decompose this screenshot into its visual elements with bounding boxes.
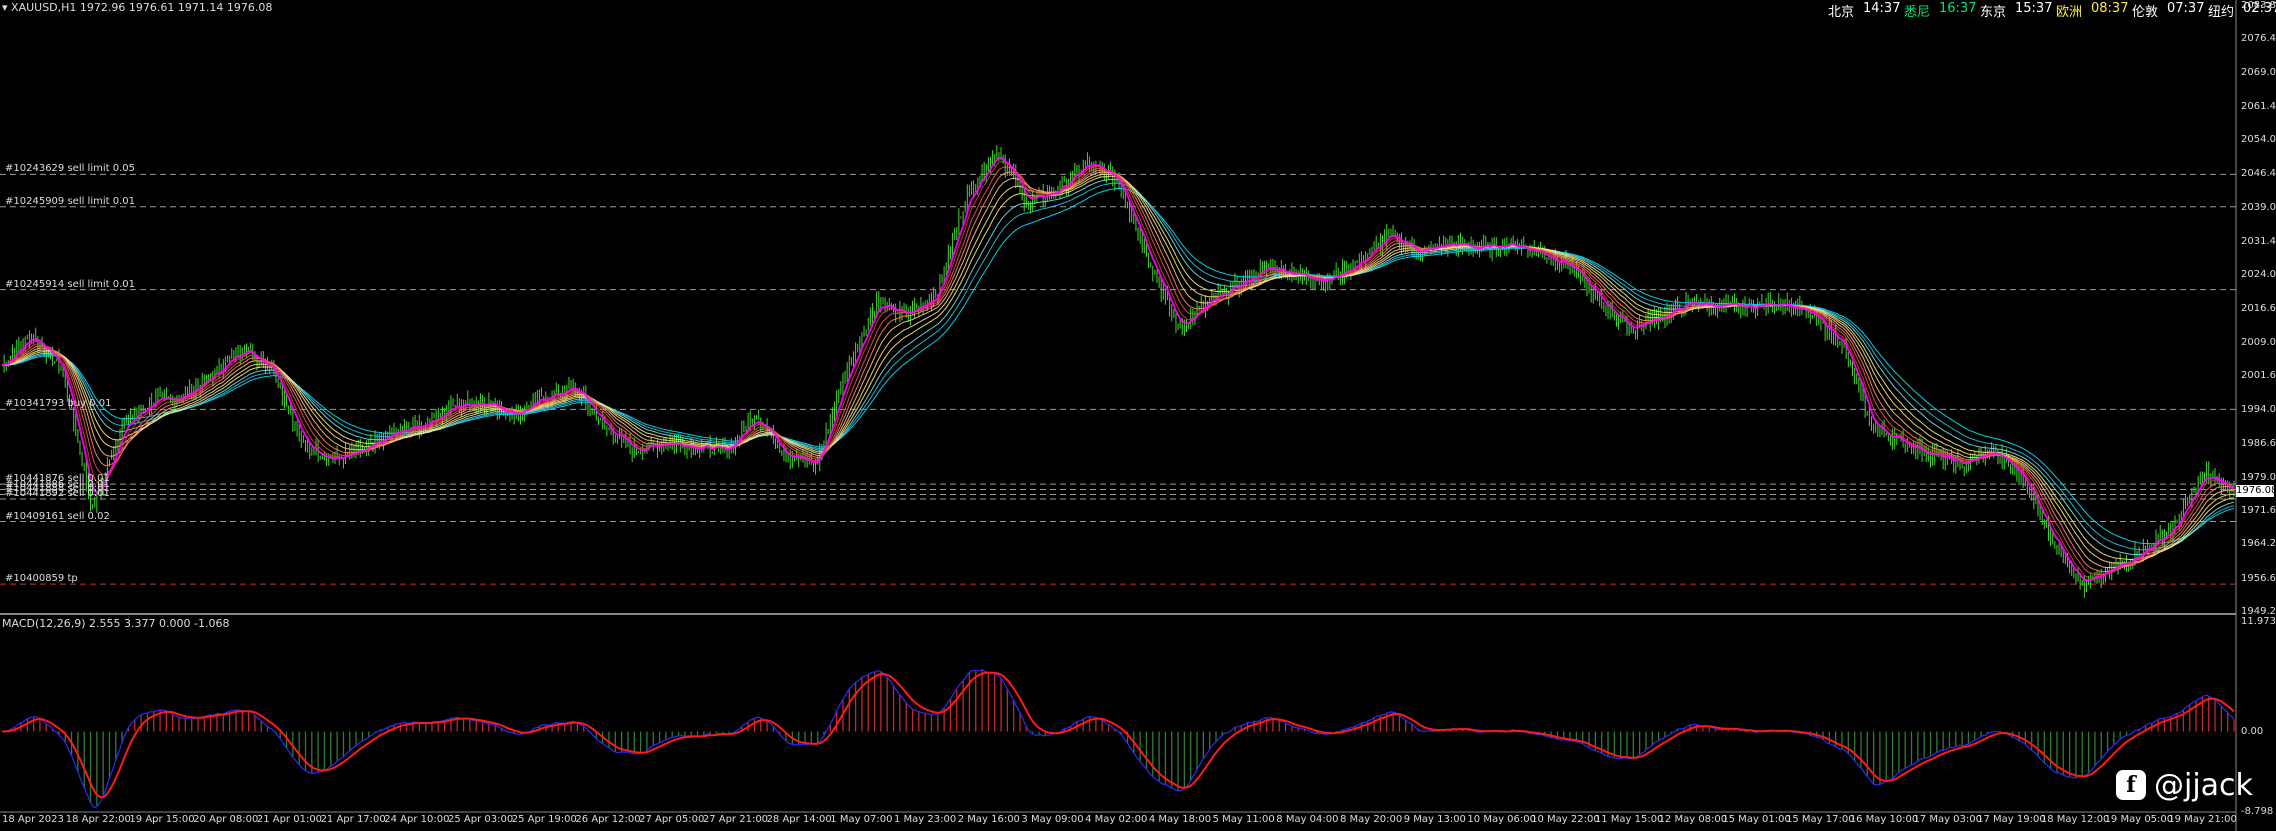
price-tick-label: 2076.40 bbox=[2241, 33, 2276, 45]
time-tick-label: 15 May 01:00 bbox=[1722, 814, 1791, 825]
tiktok-logo-icon: f bbox=[2116, 770, 2146, 800]
time-tick-label: 27 Apr 05:00 bbox=[639, 814, 705, 825]
ma-line bbox=[1, 169, 2235, 573]
macd-tick-label: -8.798 bbox=[2241, 806, 2274, 817]
clock-city: 纽约 bbox=[2208, 5, 2235, 20]
time-tick-label: 10 May 22:00 bbox=[1531, 814, 1600, 825]
order-lines bbox=[0, 173, 2236, 585]
order-label[interactable]: #10245909 sell limit 0.01 bbox=[5, 196, 135, 207]
time-tick-label: 10 May 06:00 bbox=[1467, 814, 1536, 825]
time-tick-label: 17 May 03:00 bbox=[1913, 814, 1982, 825]
ma-ribbon bbox=[1, 156, 2235, 582]
price-tick-label: 2061.40 bbox=[2241, 100, 2276, 112]
time-tick-label: 18 Apr 2023 bbox=[2, 814, 64, 825]
order-label[interactable]: #10245914 sell limit 0.01 bbox=[5, 279, 135, 290]
time-tick-label: 21 Apr 01:00 bbox=[256, 814, 323, 825]
price-tick-label: 1964.20 bbox=[2241, 538, 2276, 550]
time-tick-label: 16 May 10:00 bbox=[1849, 814, 1919, 825]
time-tick-label: 1 May 07:00 bbox=[830, 814, 893, 825]
time-tick-label: 20 Apr 08:00 bbox=[193, 814, 259, 825]
price-tick-label: 2054.00 bbox=[2241, 134, 2276, 146]
price-tick-label: 2069.00 bbox=[2241, 66, 2276, 78]
time-tick-label: 8 May 04:00 bbox=[1276, 814, 1339, 825]
price-tick-label: 1986.60 bbox=[2241, 437, 2276, 449]
time-tick-label: 2 May 16:00 bbox=[957, 814, 1020, 825]
price-tick-label: 2009.00 bbox=[2241, 336, 2276, 348]
macd-tick-label: 11.973 bbox=[2241, 616, 2276, 627]
dropdown-triangle-icon[interactable]: ▾ bbox=[2, 1, 8, 14]
price-tick-label: 2031.40 bbox=[2241, 235, 2276, 247]
macd-histogram bbox=[7, 669, 2235, 807]
symbol-header: ▾ XAUUSD,H1 1972.96 1976.61 1971.14 1976… bbox=[2, 1, 273, 14]
price-tick-label: 1956.60 bbox=[2241, 572, 2276, 584]
clock-time: 14:37 bbox=[1863, 1, 1901, 16]
order-label[interactable]: #10409161 sell 0.02 bbox=[5, 511, 110, 522]
ma-line bbox=[1, 182, 2235, 551]
macd-header: MACD(12,26,9) 2.555 3.377 0.000 -1.068 bbox=[2, 617, 230, 630]
time-tick-label: 28 Apr 14:00 bbox=[766, 814, 832, 825]
time-tick-label: 21 Apr 17:00 bbox=[320, 814, 386, 825]
time-tick-label: 11 May 15:00 bbox=[1594, 814, 1664, 825]
clock-time: 07:37 bbox=[2167, 1, 2205, 16]
clock-city: 伦敦 bbox=[2132, 5, 2159, 20]
time-tick-label: 26 Apr 12:00 bbox=[575, 814, 641, 825]
watermark: f @jjack bbox=[2116, 763, 2253, 807]
macd-tick-label: 0.00 bbox=[2241, 725, 2264, 737]
world-clocks: 北京 14:37 悉尼 16:37 东京 15:37 欧洲 08:37 伦敦 07:37 纽约 02:… bbox=[1816, 0, 2276, 20]
order-label[interactable]: #10441892 sell 0.01 bbox=[5, 488, 110, 499]
price-tick-label: 1979.00 bbox=[2241, 471, 2276, 483]
clock-city: 欧洲 bbox=[2056, 5, 2083, 20]
ma-line bbox=[1, 175, 2235, 561]
price-tick-label: 2083.80 bbox=[2241, 0, 2276, 11]
time-tick-label: 19 May 21:00 bbox=[2168, 814, 2237, 825]
time-tick-label: 19 May 05:00 bbox=[2104, 814, 2174, 825]
price-chart[interactable] bbox=[0, 0, 2276, 831]
clock-time: 15:37 bbox=[2015, 1, 2053, 16]
clock-time: 16:37 bbox=[1939, 1, 1977, 16]
clock-city: 东京 bbox=[1980, 5, 2007, 20]
order-label[interactable]: #10341793 buy 0.01 bbox=[5, 398, 112, 409]
time-tick-label: 5 May 11:00 bbox=[1212, 814, 1275, 825]
ma-line bbox=[1, 166, 2235, 576]
time-tick-label: 27 Apr 21:00 bbox=[702, 814, 769, 825]
time-tick-label: 4 May 18:00 bbox=[1148, 814, 1212, 825]
order-label[interactable]: #10243629 sell limit 0.05 bbox=[5, 163, 135, 174]
clock-time: 08:37 bbox=[2091, 1, 2129, 16]
ma-line bbox=[1, 160, 2235, 579]
ma-line bbox=[1, 173, 2235, 564]
time-tick-label: 25 Apr 03:00 bbox=[448, 814, 514, 825]
watermark-handle: @jjack bbox=[2154, 767, 2253, 803]
time-tick-label: 1 May 23:00 bbox=[894, 814, 957, 825]
ma-line bbox=[1, 178, 2235, 556]
time-tick-label: 8 May 20:00 bbox=[1340, 814, 1403, 825]
time-tick-label: 19 Apr 15:00 bbox=[129, 814, 195, 825]
price-tick-label: 1994.00 bbox=[2241, 404, 2276, 416]
time-tick-label: 4 May 02:00 bbox=[1085, 814, 1148, 825]
time-tick-label: 15 May 17:00 bbox=[1786, 814, 1855, 825]
ma-line bbox=[1, 171, 2235, 569]
order-label[interactable]: #10400859 tp bbox=[5, 573, 78, 584]
time-tick-label: 12 May 08:00 bbox=[1658, 814, 1728, 825]
time-tick-label: 9 May 13:00 bbox=[1403, 814, 1466, 825]
clock-city: 北京 bbox=[1828, 5, 1855, 20]
price-bars bbox=[3, 145, 2235, 598]
price-tick-label: 2016.60 bbox=[2241, 302, 2276, 314]
current-price-tag: 1976.08 bbox=[2236, 484, 2276, 497]
price-tick-label: 2039.00 bbox=[2241, 201, 2276, 213]
ma-line bbox=[1, 156, 2235, 582]
chart-separators bbox=[0, 0, 2237, 831]
time-tick-label: 18 May 12:00 bbox=[2040, 814, 2110, 825]
clock-city: 悉尼 bbox=[1904, 5, 1931, 20]
time-tick-label: 24 Apr 10:00 bbox=[384, 814, 450, 825]
time-tick-label: 18 Apr 22:00 bbox=[65, 814, 131, 825]
ma-line bbox=[1, 187, 2235, 545]
price-tick-label: 2001.60 bbox=[2241, 370, 2276, 382]
price-tick-label: 2046.40 bbox=[2241, 168, 2276, 180]
time-tick-label: 3 May 09:00 bbox=[1021, 814, 1084, 825]
price-tick-label: 1971.60 bbox=[2241, 505, 2276, 517]
time-tick-label: 17 May 19:00 bbox=[1977, 814, 2046, 825]
time-tick-label: 25 Apr 19:00 bbox=[511, 814, 577, 825]
price-tick-label: 2024.00 bbox=[2241, 269, 2276, 281]
